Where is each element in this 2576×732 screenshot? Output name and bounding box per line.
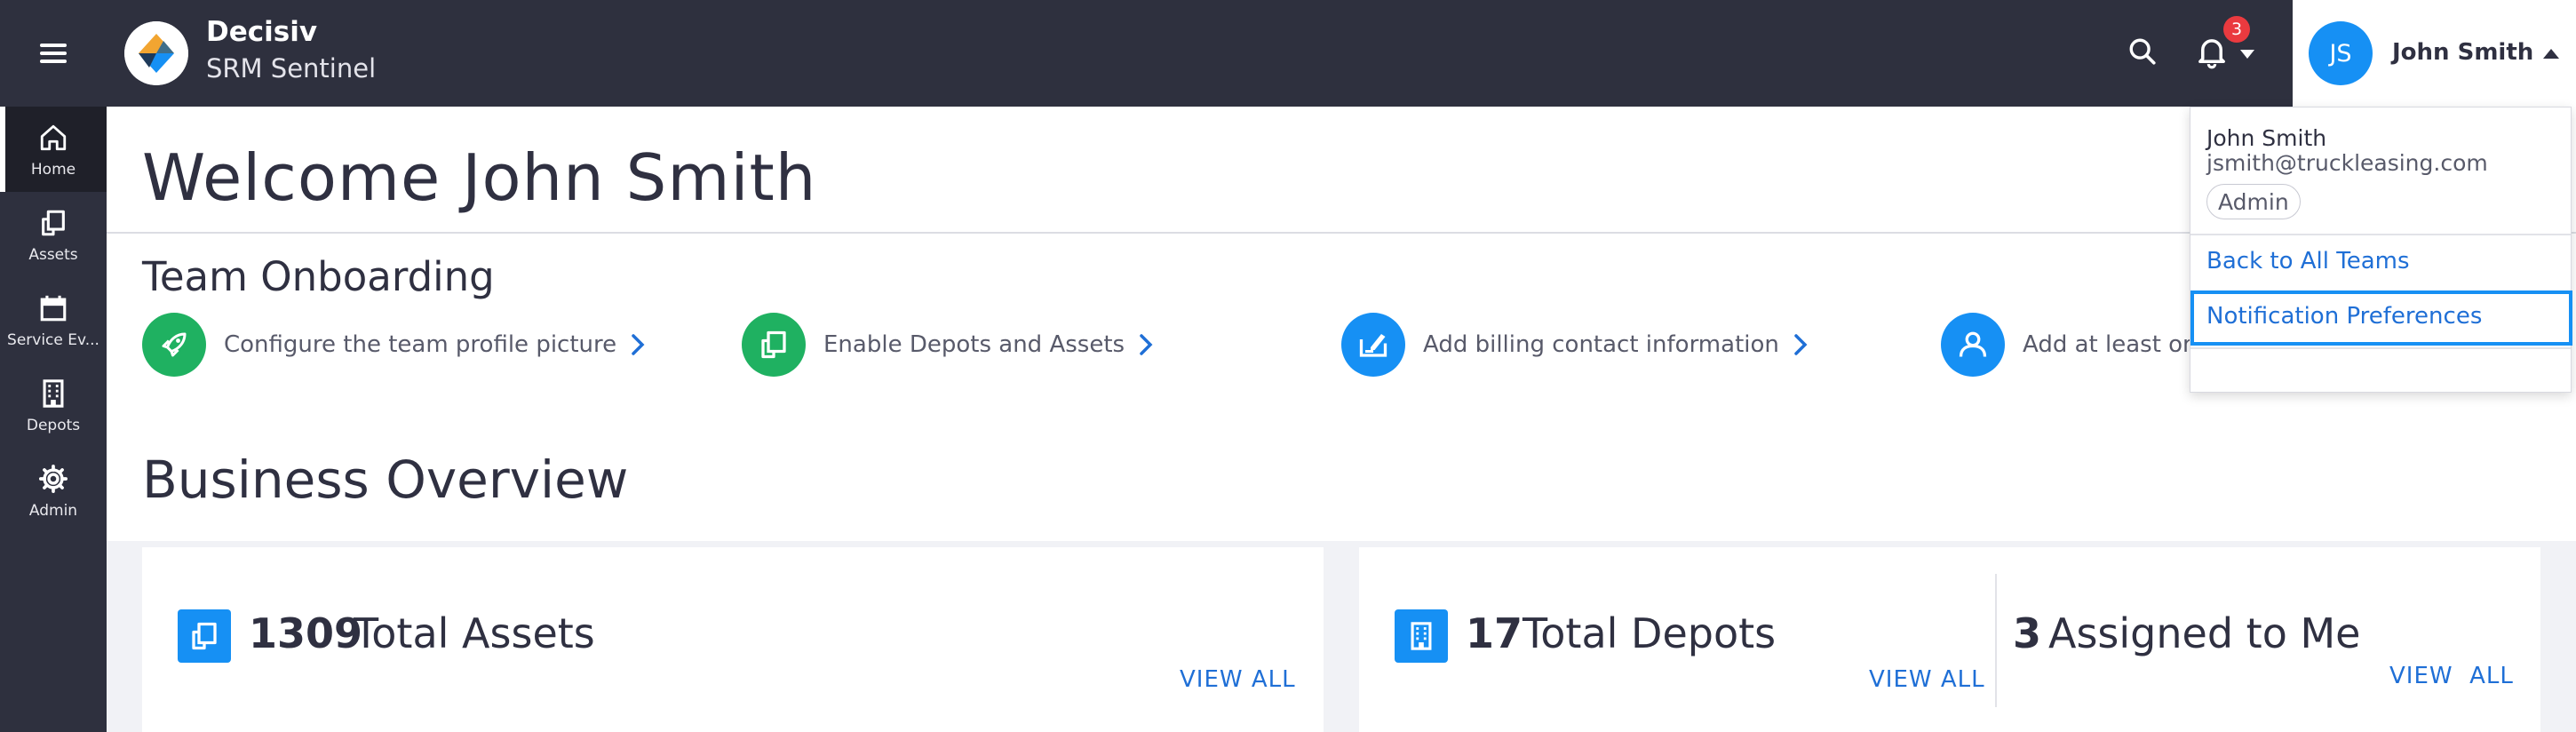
user-dropdown-menu: John Smith jsmith@truckleasing.com Admin… <box>2190 107 2572 393</box>
user-menu-button[interactable]: JS John Smith <box>2293 0 2576 107</box>
asset-icon <box>36 205 71 241</box>
sidebar: Home Assets Service Ev... Depots Admin <box>0 0 107 732</box>
billing-edit-icon <box>1341 313 1405 377</box>
sidebar-item-assets[interactable]: Assets <box>0 192 107 277</box>
onboarding-step-billing-contact[interactable]: Add billing contact information <box>1341 313 1809 377</box>
chevron-down-icon <box>2240 50 2254 59</box>
sidebar-item-label: Home <box>30 161 76 179</box>
onboarding-step-depots-assets[interactable]: Enable Depots and Assets <box>742 313 1155 377</box>
notification-preferences-link[interactable]: Notification Preferences <box>2206 303 2482 330</box>
sidebar-item-label: Assets <box>28 246 78 264</box>
building-icon <box>1395 609 1448 663</box>
business-overview-section: Business Overview 1309 Total Assets VIEW… <box>107 414 2576 732</box>
sidebar-item-home[interactable]: Home <box>0 107 107 192</box>
sidebar-item-label: Admin <box>28 502 78 520</box>
card-label: Total Depots <box>1523 609 1777 657</box>
sidebar-item-admin[interactable]: Admin <box>0 448 107 533</box>
view-all-link[interactable]: VIEW ALL <box>1869 666 1985 693</box>
onboarding-step-add-user[interactable]: Add at least one <box>1941 313 2212 377</box>
asset-icon <box>742 313 806 377</box>
card-label: Assigned to Me <box>2048 609 2361 657</box>
page-title: Welcome John Smith <box>142 140 817 215</box>
notification-badge: 3 <box>2223 16 2250 43</box>
onboarding-step-label: Add billing contact information <box>1423 331 1779 358</box>
hamburger-icon <box>40 39 67 68</box>
brand-name: Decisiv <box>206 16 318 48</box>
user-icon <box>1941 313 2005 377</box>
decisiv-logo <box>124 21 188 85</box>
dropdown-user-email: jsmith@truckleasing.com <box>2206 150 2488 176</box>
sidebar-item-service-events[interactable]: Service Ev... <box>0 277 107 362</box>
view-all-link[interactable]: VIEW ALL <box>2389 663 2514 689</box>
menu-toggle-button[interactable] <box>0 0 107 107</box>
chevron-right-icon <box>1137 331 1155 358</box>
top-header: Decisiv SRM Sentinel 3 JS John Smith <box>107 0 2576 107</box>
total-assets-card: 1309 Total Assets VIEW ALL <box>142 547 1324 732</box>
onboarding-step-label: Configure the team profile picture <box>224 331 617 358</box>
sidebar-item-label: Depots <box>26 417 81 434</box>
user-name: John Smith <box>2392 39 2534 66</box>
chevron-right-icon <box>1792 331 1809 358</box>
onboarding-step-profile-picture[interactable]: Configure the team profile picture <box>142 313 647 377</box>
chevron-up-icon <box>2543 49 2559 59</box>
building-icon <box>36 376 71 411</box>
sidebar-item-label: Service Ev... <box>7 331 99 349</box>
search-button[interactable] <box>2123 34 2162 73</box>
bell-icon <box>2196 36 2228 73</box>
card-label: Total Assets <box>354 609 595 657</box>
dropdown-user-name: John Smith <box>2206 125 2327 151</box>
home-icon <box>36 120 71 155</box>
card-count: 3 <box>2013 609 2042 657</box>
chevron-right-icon <box>629 331 647 358</box>
onboarding-step-label: Add at least one <box>2023 331 2212 358</box>
divider <box>2190 347 2571 349</box>
asset-icon <box>178 609 231 663</box>
calendar-icon <box>36 290 71 326</box>
depots-card: 17 Total Depots VIEW ALL 3 Assigned to M… <box>1359 547 2540 732</box>
card-divider <box>1995 574 1997 707</box>
role-badge: Admin <box>2206 184 2301 219</box>
divider <box>2190 234 2571 235</box>
view-all-link[interactable]: VIEW ALL <box>1180 666 1296 693</box>
sidebar-item-depots[interactable]: Depots <box>0 362 107 448</box>
onboarding-step-label: Enable Depots and Assets <box>823 331 1125 358</box>
brand-subtitle: SRM Sentinel <box>206 53 377 84</box>
section-title: Business Overview <box>142 450 629 510</box>
card-count: 1309 <box>249 609 363 657</box>
back-to-all-teams-link[interactable]: Back to All Teams <box>2206 248 2410 274</box>
gear-icon <box>36 461 71 497</box>
search-icon <box>2127 36 2158 70</box>
section-title: Team Onboarding <box>142 253 495 300</box>
card-count: 17 <box>1466 609 1523 657</box>
rocket-icon <box>142 313 206 377</box>
avatar: JS <box>2309 21 2373 85</box>
